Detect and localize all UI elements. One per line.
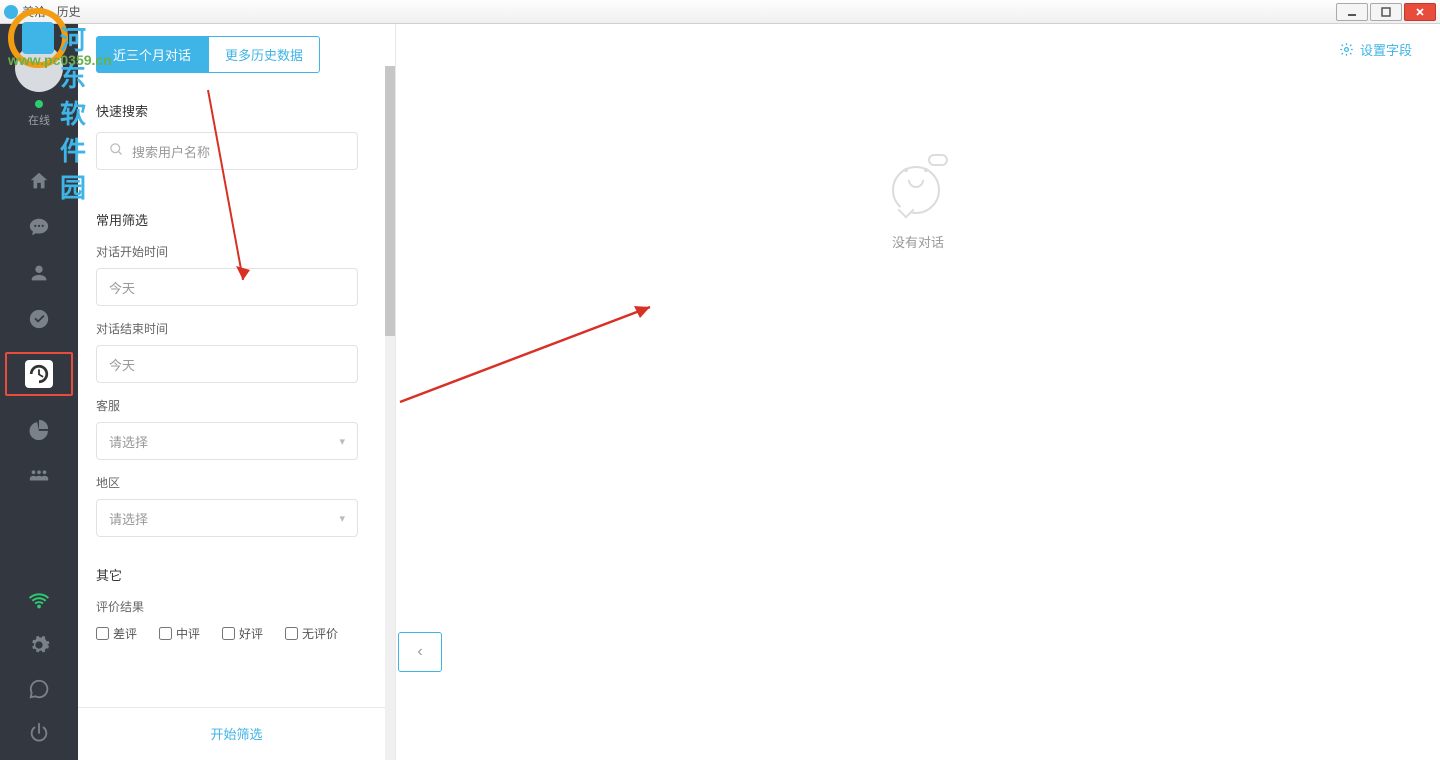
gear-icon <box>1339 42 1354 57</box>
start-time-label: 对话开始时间 <box>96 243 377 260</box>
bubble-icon[interactable] <box>26 676 52 702</box>
checkbox-bad[interactable]: 差评 <box>96 625 137 642</box>
empty-state: 没有对话 <box>888 154 948 251</box>
titlebar: 美洽 - 历史 <box>0 0 1440 24</box>
quick-search-title: 快速搜索 <box>96 101 377 120</box>
window-controls <box>1336 3 1436 21</box>
check-circle-icon[interactable] <box>26 306 52 332</box>
history-icon[interactable] <box>25 360 53 388</box>
team-icon[interactable] <box>26 462 52 488</box>
page-prev-button[interactable]: ‹ <box>398 632 442 672</box>
maximize-button[interactable] <box>1370 3 1402 21</box>
agent-select[interactable]: 请选择 ▾ <box>96 422 358 460</box>
filter-panel: 近三个月对话 更多历史数据 快速搜索 搜索用户名称 常用筛选 对话开始时间 今天… <box>78 24 396 760</box>
settings-fields-link[interactable]: 设置字段 <box>1339 40 1412 59</box>
minimize-button[interactable] <box>1336 3 1368 21</box>
search-icon <box>109 142 124 160</box>
region-select[interactable]: 请选择 ▾ <box>96 499 358 537</box>
chat-icon[interactable] <box>26 214 52 240</box>
region-value: 请选择 <box>109 509 148 528</box>
checkbox-mid[interactable]: 中评 <box>159 625 200 642</box>
region-label: 地区 <box>96 474 377 491</box>
checkbox-good[interactable]: 好评 <box>222 625 263 642</box>
other-title: 其它 <box>96 565 377 584</box>
tab-more[interactable]: 更多历史数据 <box>208 36 320 73</box>
app-icon <box>4 5 18 19</box>
scrollbar-thumb[interactable] <box>385 66 395 336</box>
rating-label: 评价结果 <box>96 598 377 615</box>
settings-icon[interactable] <box>26 632 52 658</box>
search-placeholder: 搜索用户名称 <box>132 142 210 161</box>
search-input[interactable]: 搜索用户名称 <box>96 132 358 170</box>
start-filter-button[interactable]: 开始筛选 <box>210 727 262 742</box>
scrollbar-track[interactable] <box>385 66 395 760</box>
home-icon[interactable] <box>26 168 52 194</box>
end-time-label: 对话结束时间 <box>96 320 377 337</box>
status-indicator <box>35 100 43 108</box>
power-icon[interactable] <box>26 720 52 746</box>
status-text: 在线 <box>28 112 50 128</box>
close-button[interactable] <box>1404 3 1436 21</box>
pagination: ‹ <box>398 632 442 672</box>
chevron-down-icon: ▾ <box>339 512 345 525</box>
user-icon[interactable] <box>26 260 52 286</box>
empty-text: 没有对话 <box>888 232 948 251</box>
wifi-icon[interactable] <box>26 588 52 614</box>
chevron-down-icon: ▾ <box>339 435 345 448</box>
tab-recent[interactable]: 近三个月对话 <box>96 36 208 73</box>
content-area: 设置字段 没有对话 <box>396 24 1440 760</box>
end-time-value: 今天 <box>109 355 135 374</box>
pie-chart-icon[interactable] <box>26 416 52 442</box>
agent-label: 客服 <box>96 397 377 414</box>
avatar[interactable] <box>15 44 63 92</box>
history-nav-highlight <box>5 352 73 396</box>
end-time-input[interactable]: 今天 <box>96 345 358 383</box>
settings-fields-label: 设置字段 <box>1360 40 1412 59</box>
checkbox-none[interactable]: 无评价 <box>285 625 338 642</box>
start-time-value: 今天 <box>109 278 135 297</box>
agent-value: 请选择 <box>109 432 148 451</box>
window-title: 美洽 - 历史 <box>22 3 81 20</box>
empty-chat-icon <box>888 154 948 214</box>
tabs: 近三个月对话 更多历史数据 <box>78 24 395 85</box>
filter-footer: 开始筛选 <box>78 707 395 760</box>
rating-checkboxes: 差评 中评 好评 无评价 <box>96 625 377 642</box>
start-time-input[interactable]: 今天 <box>96 268 358 306</box>
sidebar: 在线 <box>0 24 78 760</box>
common-filter-title: 常用筛选 <box>96 210 377 229</box>
